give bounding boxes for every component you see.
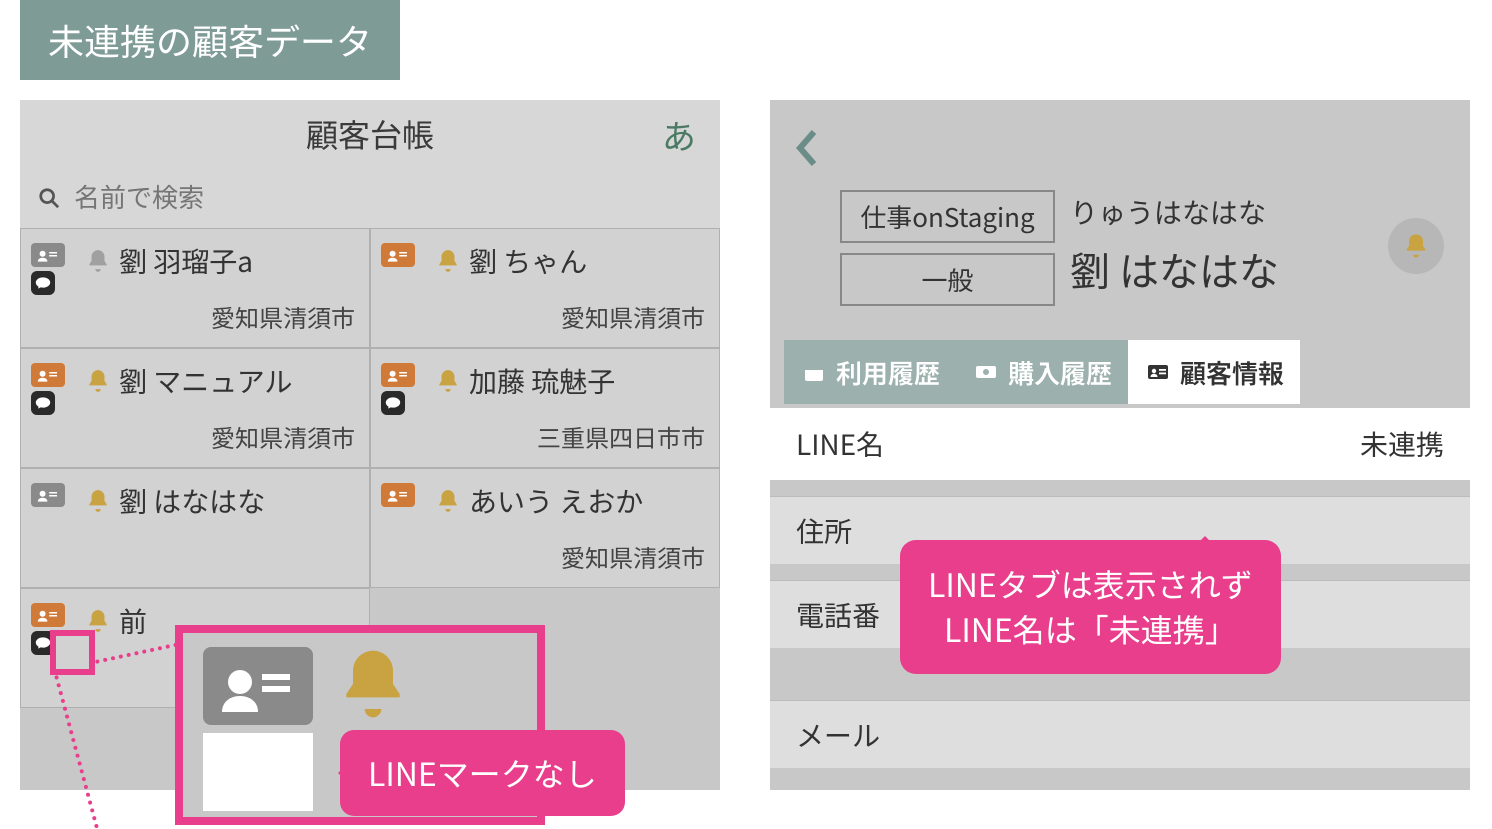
customer-name-block: りゅうはなはな 劉 はなはな (1070, 192, 1279, 298)
notification-bell-button[interactable] (1388, 218, 1444, 274)
id-card-icon (381, 363, 415, 387)
bell-icon (435, 488, 461, 514)
empty-line-slot (203, 733, 313, 811)
page-title: 顧客台帳 (306, 111, 434, 157)
highlight-source-box (50, 630, 95, 675)
customer-cell[interactable]: 加藤 琉魅子三重県四日市市 (370, 348, 720, 468)
field-label: 住所 (796, 511, 852, 551)
callout-no-line-mark: LINEマークなし (340, 730, 625, 816)
customer-cell[interactable]: 劉 マニュアル愛知県清須市 (20, 348, 370, 468)
id-card-icon (381, 243, 415, 267)
field-label: メール (796, 715, 880, 755)
tab-usage-history[interactable]: 利用履歴 (784, 340, 956, 404)
id-card-icon (31, 603, 65, 627)
tab-label: 顧客情報 (1180, 354, 1284, 391)
tab-label: 利用履歴 (836, 354, 940, 391)
field-mail[interactable]: メール (770, 700, 1470, 768)
customer-address: 三重県四日市市 (435, 419, 705, 454)
customer-name: 前 (119, 601, 147, 641)
customer-name-kana: りゅうはなはな (1070, 192, 1279, 232)
id-card-icon (31, 483, 65, 507)
customer-detail-panel: 仕事onStaging 一般 りゅうはなはな 劉 はなはな 利用履歴 購入履歴 … (770, 100, 1470, 790)
kana-filter-button[interactable]: あ (662, 110, 696, 159)
search-bar (20, 168, 720, 228)
tag-general[interactable]: 一般 (840, 253, 1055, 306)
callout-line-not-linked: LINEタブは表示されずLINE名は「未連携」 (900, 540, 1281, 674)
calendar-icon (800, 360, 828, 384)
field-line-name[interactable]: LINE名 未連携 (770, 408, 1470, 480)
customer-address: 愛知県清須市 (85, 419, 355, 454)
bell-icon (333, 639, 413, 729)
tab-bar: 利用履歴 購入履歴 顧客情報 (784, 340, 1300, 404)
tab-customer-info[interactable]: 顧客情報 (1128, 340, 1300, 404)
search-icon (38, 187, 60, 209)
id-card-icon (381, 483, 415, 507)
field-value: 未連携 (1360, 424, 1444, 464)
bell-icon (85, 368, 111, 394)
section-header-label: 未連携の顧客データ (20, 0, 400, 80)
tag-column: 仕事onStaging 一般 (840, 190, 1055, 306)
id-card-icon (203, 647, 313, 725)
search-input[interactable] (74, 183, 702, 214)
customer-name: 劉 羽瑠子a (119, 241, 253, 281)
back-button[interactable] (792, 128, 820, 173)
customer-address: 愛知県清須市 (435, 539, 705, 574)
tab-purchase-history[interactable]: 購入履歴 (956, 340, 1128, 404)
id-card-icon (1144, 360, 1172, 384)
customer-ledger-panel: 顧客台帳 あ 劉 羽瑠子a愛知県清須市劉 ちゃん愛知県清須市劉 マニュアル愛知県… (20, 100, 720, 790)
bell-icon (85, 248, 111, 274)
bell-icon (435, 248, 461, 274)
customer-address: 愛知県清須市 (435, 299, 705, 334)
customer-name: 加藤 琉魅子 (469, 361, 615, 401)
customer-name: 劉 はなはな (119, 481, 265, 521)
cash-icon (972, 360, 1000, 384)
bell-icon (85, 488, 111, 514)
customer-address: 愛知県清須市 (85, 299, 355, 334)
line-icon (381, 391, 405, 415)
bell-icon (1402, 232, 1430, 260)
customer-name-kanji: 劉 はなはな (1070, 240, 1279, 298)
id-card-icon (31, 243, 65, 267)
customer-cell[interactable]: 劉 ちゃん愛知県清須市 (370, 228, 720, 348)
titlebar: 顧客台帳 あ (20, 100, 720, 168)
bell-icon (435, 368, 461, 394)
customer-name: あいう えおか (469, 481, 643, 521)
field-label: 電話番 (796, 595, 880, 635)
customer-cell[interactable]: 劉 はなはな (20, 468, 370, 588)
tab-label: 購入履歴 (1008, 354, 1112, 391)
customer-cell[interactable]: あいう えおか愛知県清須市 (370, 468, 720, 588)
customer-cell[interactable]: 劉 羽瑠子a 愛知県清須市 (20, 228, 370, 348)
customer-name: 劉 マニュアル (119, 361, 292, 401)
id-card-icon (31, 363, 65, 387)
line-icon (31, 271, 55, 295)
line-icon (31, 391, 55, 415)
customer-name: 劉 ちゃん (469, 241, 587, 281)
field-label: LINE名 (796, 424, 884, 464)
tag-staging[interactable]: 仕事onStaging (840, 190, 1055, 243)
